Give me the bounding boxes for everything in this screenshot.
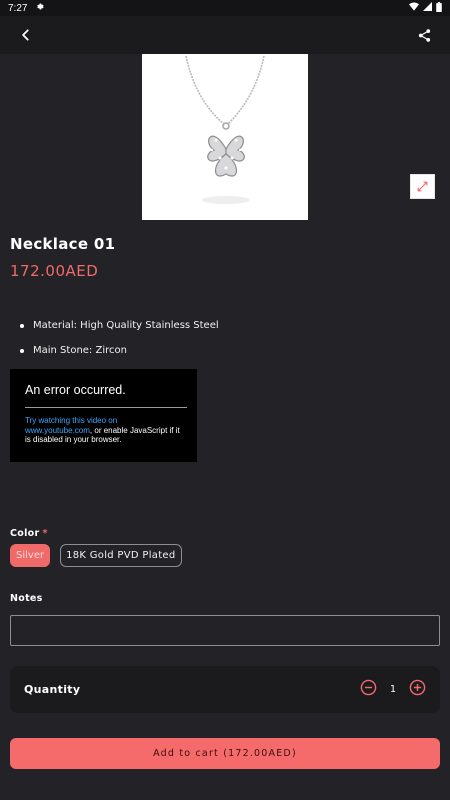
color-option-gold[interactable]: 18K Gold PVD Plated [60,544,182,567]
list-item: Main Stone: Zircon [20,345,219,356]
plus-circle-icon [409,679,426,696]
product-image[interactable] [142,54,308,220]
feature-text: Main Stone: Zircon [33,345,127,356]
video-error-message: Try watching this video on www.youtube.c… [25,416,185,445]
share-icon [418,28,430,42]
status-time: 7:27 [8,2,28,14]
divider [25,407,187,408]
feature-text: Material: High Quality Stainless Steel [33,320,219,331]
back-button[interactable] [14,23,38,47]
notes-input[interactable] [10,615,440,646]
quantity-label: Quantity [24,683,81,696]
product-price: 172.00AED [10,262,99,280]
product-title: Necklace 01 [10,235,116,253]
bullet-icon [20,348,24,353]
chevron-left-icon [22,29,29,41]
add-to-cart-button[interactable]: Add to cart (172.00AED) [10,738,440,769]
zoom-button[interactable] [410,174,435,199]
wifi-icon [409,2,419,14]
quantity-value: 1 [389,684,397,695]
app-bar [0,16,450,54]
list-item: Material: High Quality Stainless Steel [20,320,219,331]
color-options: Silver 18K Gold PVD Plated [10,544,182,567]
video-error-title: An error occurred. [25,383,126,397]
quantity-stepper: 1 [360,679,426,700]
minus-circle-icon [360,679,377,696]
color-label-text: Color [10,528,40,539]
decrease-button[interactable] [360,679,377,700]
settings-icon [35,2,45,14]
status-bar: 7:27 [0,0,450,16]
color-option-silver[interactable]: Silver [10,544,51,567]
share-button[interactable] [412,23,436,47]
quantity-card: Quantity 1 [10,666,440,713]
battery-icon [436,1,442,15]
expand-icon [417,181,428,192]
increase-button[interactable] [409,679,426,700]
bullet-icon [20,323,24,328]
required-mark: * [42,528,48,539]
color-label: Color * [10,528,48,539]
feature-list: Material: High Quality Stainless Steel M… [20,320,219,370]
necklace-image [185,55,265,204]
video-embed[interactable]: An error occurred. Try watching this vid… [10,369,197,462]
notes-label: Notes [10,593,43,604]
signal-icon [423,2,432,14]
